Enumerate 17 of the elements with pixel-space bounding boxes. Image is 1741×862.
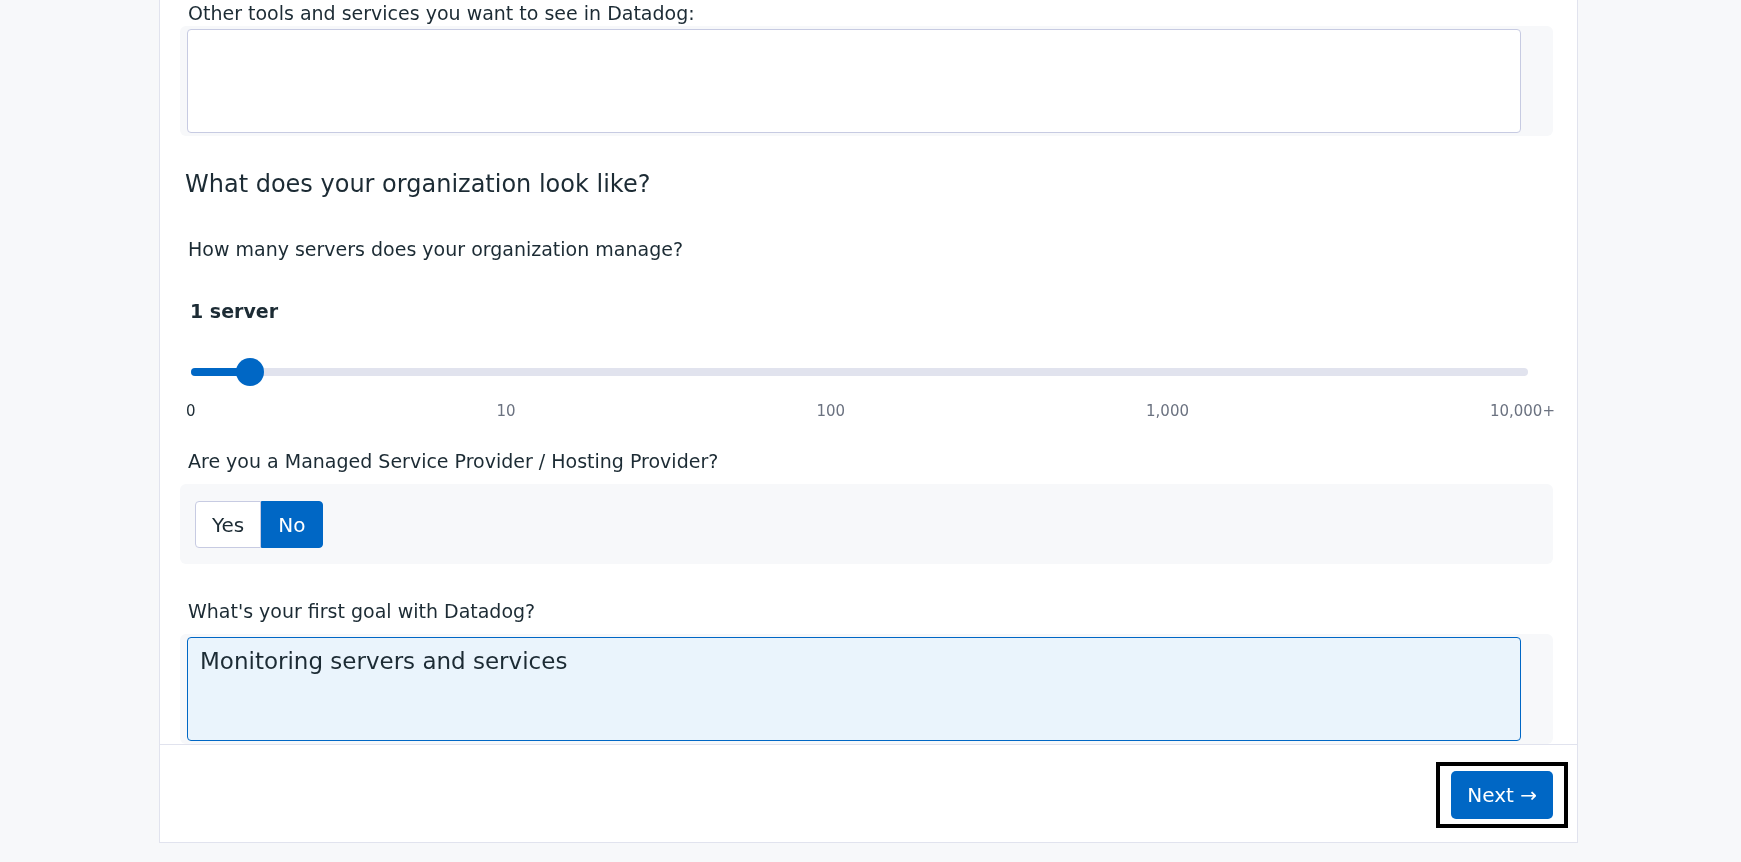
field-label: Are you a Managed Service Provider / Hosting Provider?	[187, 450, 720, 472]
field-label: How many servers does your organization manage?	[187, 238, 684, 260]
toggle-option[interactable]: No	[261, 501, 323, 548]
field-label: What's your first goal with Datadog?	[187, 600, 537, 622]
next-button[interactable]: Next →	[1451, 771, 1553, 819]
toggle-option[interactable]: Yes	[195, 501, 262, 548]
slider-tick-label: 1,000	[1146, 402, 1189, 420]
slider-tick-label: 10	[496, 402, 516, 420]
slider-thumb[interactable]	[235, 358, 264, 386]
slider-tick-label: 100	[816, 402, 846, 420]
section-title: What does your organization look like?	[185, 170, 652, 198]
slider-reading: 1 server	[190, 300, 280, 322]
slider-tick-label: 0	[186, 402, 196, 420]
field-label: Other tools and services you want to see in Datadog:	[187, 2, 696, 24]
slider-tick-label: 10,000+	[1489, 402, 1555, 420]
goal-input-field[interactable]: Monitoring servers and services	[187, 637, 1521, 741]
server-slider[interactable]	[191, 358, 1528, 386]
